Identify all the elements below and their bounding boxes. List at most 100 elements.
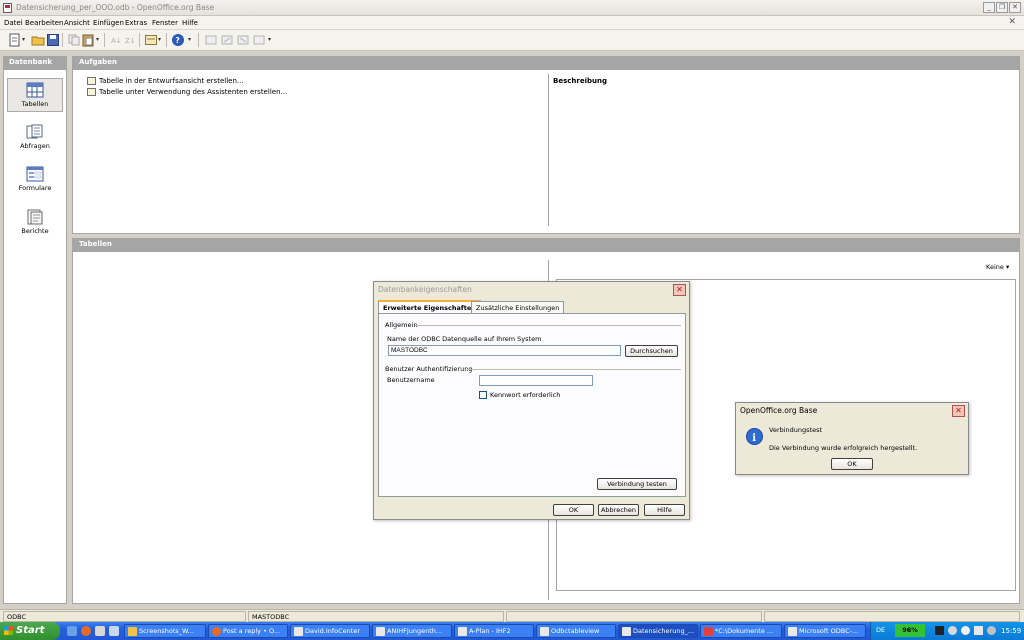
system-tray: DE 96% 15:59	[870, 622, 1024, 640]
taskbar-button[interactable]: *C:\Dokumente ...	[700, 624, 782, 638]
sidebar-item-berichte[interactable]: Berichte	[7, 206, 63, 240]
new-document-icon[interactable]	[8, 33, 22, 47]
status-empty	[764, 611, 1020, 622]
taskbar-button[interactable]: Odbctableview	[536, 624, 616, 638]
preview-select[interactable]: Keine ▾	[986, 263, 1009, 271]
taskbar-button[interactable]: ANIHFJungenth...	[372, 624, 452, 638]
base-app-icon	[3, 3, 12, 13]
database-properties-dialog: Datenbankeigenschaften ✕ Erweiterte Eige…	[373, 281, 690, 520]
task-create-design-view[interactable]: Tabelle in der Entwurfsansicht erstellen…	[87, 77, 244, 85]
task-create-wizard[interactable]: Tabelle unter Verwendung des Assistenten…	[87, 88, 287, 96]
open-folder-icon[interactable]	[31, 33, 45, 47]
window-title: Datensicherung_per_OOO.odb - OpenOffice.…	[16, 3, 215, 12]
save-icon[interactable]	[46, 33, 60, 47]
firefox-icon[interactable]	[81, 626, 91, 636]
form-view-icon[interactable]	[144, 33, 158, 47]
db-object-rename-icon[interactable]	[252, 33, 266, 47]
dialog-close-button[interactable]: ✕	[952, 405, 965, 417]
taskbar-button[interactable]: Screenshots_W...	[124, 624, 206, 638]
sort-descending-icon[interactable]: Z↓	[123, 33, 137, 47]
paste-dropdown-arrow-icon[interactable]: ▾	[96, 36, 99, 43]
title-bar: Datensicherung_per_OOO.odb - OpenOffice.…	[0, 0, 1024, 16]
password-required-checkbox[interactable]	[479, 391, 487, 399]
sort-ascending-icon[interactable]: A↓	[109, 33, 123, 47]
app-icon	[294, 627, 303, 636]
menu-ansicht[interactable]: Ansicht	[64, 19, 90, 27]
dialog-title: OpenOffice.org Base	[740, 406, 818, 415]
quicklaunch-icon[interactable]	[95, 626, 105, 636]
tab-erweiterte-eigenschaften[interactable]: Erweiterte Eigenschaften	[378, 300, 481, 313]
sidebar-item-tabellen[interactable]: Tabellen	[7, 78, 63, 112]
task-label: Microsoft ODBC-...	[799, 627, 859, 635]
clock[interactable]: 15:59	[1001, 627, 1021, 635]
db-object-open-icon[interactable]	[204, 33, 218, 47]
svg-text:i: i	[752, 433, 756, 444]
menu-fenster[interactable]: Fenster	[152, 19, 178, 27]
toolbar-separator	[139, 33, 140, 47]
db-object-edit-icon[interactable]	[220, 33, 234, 47]
menu-extras[interactable]: Extras	[125, 19, 147, 27]
ok-button[interactable]: OK	[553, 504, 594, 516]
taskbar-button[interactable]: Post a reply • O...	[208, 624, 288, 638]
language-indicator[interactable]: DE	[876, 626, 885, 634]
new-dropdown-arrow-icon[interactable]: ▾	[22, 36, 25, 43]
help-icon[interactable]: ?	[171, 33, 185, 47]
tray-icon[interactable]	[948, 626, 957, 635]
test-connection-button[interactable]: Verbindung testen	[597, 478, 677, 490]
status-bar: ODBC MASTODBC	[0, 609, 1024, 622]
standard-toolbar: ▾ ▾ A↓ Z↓ ▾ ? ▾ ▾	[0, 30, 1024, 51]
toolbar-separator	[104, 33, 105, 47]
message-ok-button[interactable]: OK	[831, 458, 873, 470]
help-button[interactable]: Hilfe	[644, 504, 685, 516]
tray-icon[interactable]	[961, 626, 970, 635]
task-label: David.InfoCenter	[305, 627, 361, 635]
network-icon[interactable]	[974, 626, 983, 635]
database-sidebar: Tabellen Abfragen Formulare Berichte	[3, 69, 67, 604]
chevron-down-icon: ▾	[1005, 263, 1010, 271]
taskbar-button[interactable]: A-Plan - IHF2	[454, 624, 534, 638]
db-object-delete-icon[interactable]	[236, 33, 250, 47]
browse-button[interactable]: Durchsuchen	[625, 345, 678, 357]
password-required-label: Kennwort erforderlich	[490, 391, 561, 399]
preview-select-value: Keine	[986, 263, 1004, 271]
help-dropdown-arrow-icon[interactable]: ▾	[188, 36, 191, 43]
quicklaunch-icon[interactable]	[109, 626, 119, 636]
app-icon	[788, 627, 797, 636]
task-label: Post a reply • O...	[223, 627, 281, 635]
menu-bearbeiten[interactable]: Bearbeiten	[25, 19, 63, 27]
power-plug-icon[interactable]	[935, 626, 944, 635]
odbc-name-field[interactable]	[388, 345, 621, 356]
menu-datei[interactable]: Datei	[4, 19, 23, 27]
taskbar-button[interactable]: Microsoft ODBC-...	[784, 624, 866, 638]
taskbar-button-active[interactable]: Datensicherung_...	[618, 624, 698, 638]
status-datasource: MASTODBC	[248, 611, 504, 622]
menu-einfuegen[interactable]: Einfügen	[93, 19, 124, 27]
sidebar-item-abfragen[interactable]: Abfragen	[7, 121, 63, 155]
volume-icon[interactable]	[987, 626, 996, 635]
close-document-icon[interactable]: ✕	[1008, 17, 1016, 27]
username-field[interactable]	[479, 375, 593, 386]
status-connection-type: ODBC	[3, 611, 246, 622]
task-label: Datensicherung_...	[633, 627, 695, 635]
cancel-button[interactable]: Abbrechen	[598, 504, 639, 516]
minimize-button[interactable]: _	[983, 2, 995, 13]
menu-hilfe[interactable]: Hilfe	[182, 19, 198, 27]
sidebar-item-formulare[interactable]: Formulare	[7, 163, 63, 197]
start-button[interactable]: Start	[0, 622, 60, 640]
form-dropdown-arrow-icon[interactable]: ▾	[158, 36, 161, 43]
svg-text:Z↓: Z↓	[125, 37, 136, 45]
sidebar-item-label: Formulare	[18, 184, 52, 192]
maximize-button[interactable]: ❐	[996, 2, 1008, 13]
taskbar-button[interactable]: David.InfoCenter	[290, 624, 370, 638]
dialog-close-button[interactable]: ✕	[673, 284, 686, 296]
section-divider	[415, 325, 681, 326]
close-window-button[interactable]: ✕	[1009, 2, 1021, 13]
toolbar-more-arrow-icon[interactable]: ▾	[268, 36, 271, 43]
table-icon	[26, 82, 44, 98]
paste-icon[interactable]	[81, 33, 95, 47]
tab-zusaetzliche-einstellungen[interactable]: Zusätzliche Einstellungen	[471, 301, 565, 313]
copy-icon[interactable]	[67, 33, 81, 47]
battery-indicator[interactable]: 96%	[895, 624, 925, 637]
show-desktop-icon[interactable]	[67, 626, 77, 636]
base-app-icon	[622, 627, 631, 636]
